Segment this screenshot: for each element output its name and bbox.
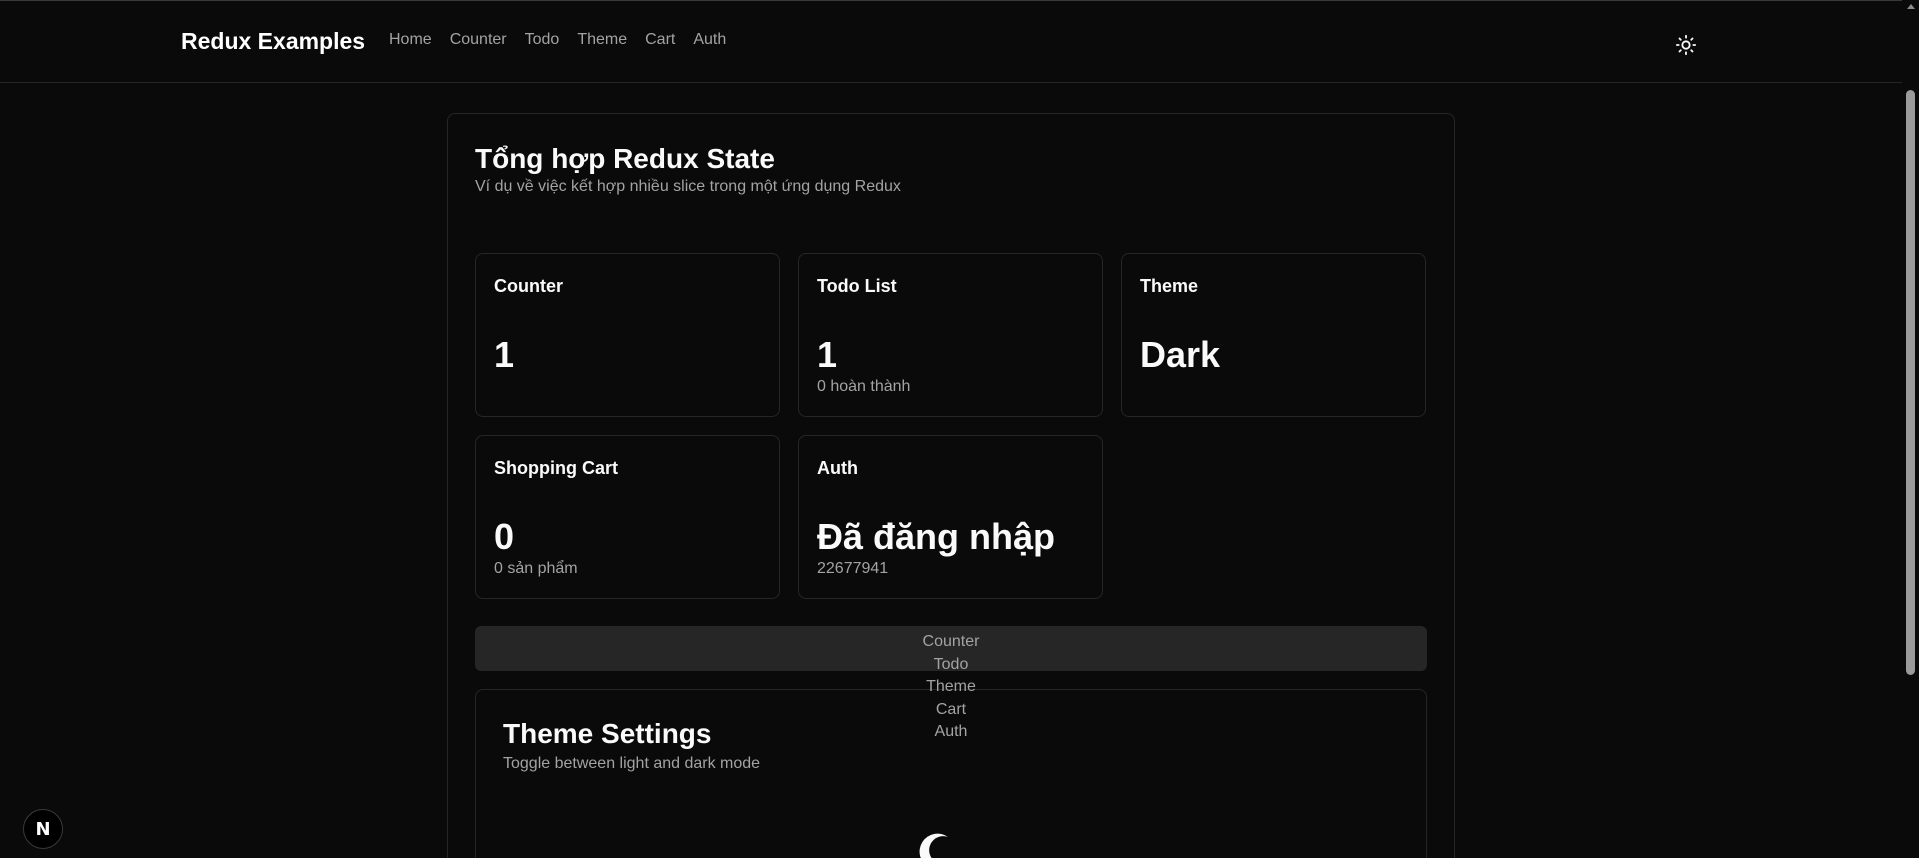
counter-stat-card: Counter 1 bbox=[475, 253, 780, 417]
tab-theme[interactable]: Theme bbox=[0, 676, 1902, 699]
cart-stat-card: Shopping Cart 0 0 sản phẩm bbox=[475, 435, 780, 599]
stat-subtext: 0 sản phẩm bbox=[494, 560, 578, 577]
nav-home[interactable]: Home bbox=[389, 31, 432, 49]
tab-counter[interactable]: Counter bbox=[0, 631, 1902, 654]
tab-auth[interactable]: Auth bbox=[0, 721, 1902, 744]
stat-title: Shopping Cart bbox=[494, 458, 618, 478]
panel-subtitle: Toggle between light and dark mode bbox=[503, 755, 761, 772]
stat-title: Auth bbox=[817, 458, 858, 478]
page-title: Tổng hợp Redux State bbox=[475, 143, 775, 174]
main-nav: Home Counter Todo Theme Cart Auth bbox=[389, 31, 744, 49]
stat-subtext: 0 hoàn thành bbox=[817, 378, 911, 395]
theme-stat-card: Theme Dark bbox=[1121, 253, 1426, 417]
nav-cart[interactable]: Cart bbox=[645, 31, 675, 49]
tab-todo[interactable]: Todo bbox=[0, 654, 1902, 677]
todo-stat-card: Todo List 1 0 hoàn thành bbox=[798, 253, 1103, 417]
stat-title: Todo List bbox=[817, 276, 897, 296]
stat-title: Theme bbox=[1140, 276, 1199, 296]
tab-cart[interactable]: Cart bbox=[0, 699, 1902, 722]
stat-value: 1 bbox=[494, 334, 515, 375]
sun-icon bbox=[1675, 34, 1697, 56]
nav-counter[interactable]: Counter bbox=[450, 31, 507, 49]
auth-stat-card: Auth Đã đăng nhập 22677941 bbox=[798, 435, 1103, 599]
stat-subtext: 22677941 bbox=[817, 560, 889, 577]
nav-todo[interactable]: Todo bbox=[525, 31, 560, 49]
tab-labels: Counter Todo Theme Cart Auth bbox=[0, 631, 1902, 744]
stat-title: Counter bbox=[494, 276, 563, 296]
stat-value: Dark bbox=[1140, 334, 1221, 375]
nextjs-logo-icon: N bbox=[35, 818, 51, 840]
stat-value: 0 bbox=[494, 516, 515, 557]
stat-value: 1 bbox=[817, 334, 838, 375]
moon-icon[interactable] bbox=[918, 833, 958, 858]
scroll-up-arrow-icon[interactable] bbox=[1907, 4, 1915, 9]
top-header: Redux Examples Home Counter Todo Theme C… bbox=[0, 1, 1902, 83]
brand-title[interactable]: Redux Examples bbox=[181, 28, 365, 55]
nav-theme[interactable]: Theme bbox=[577, 31, 627, 49]
page-subtitle: Ví dụ về việc kết hợp nhiều slice trong … bbox=[475, 178, 901, 195]
theme-toggle-button[interactable] bbox=[1670, 29, 1702, 61]
page-scrollbar[interactable] bbox=[1902, 0, 1919, 858]
nav-auth[interactable]: Auth bbox=[693, 31, 726, 49]
stat-value: Đã đăng nhập bbox=[817, 516, 1056, 557]
scrollbar-thumb[interactable] bbox=[1906, 90, 1915, 675]
nextjs-dev-badge[interactable]: N bbox=[23, 809, 63, 849]
